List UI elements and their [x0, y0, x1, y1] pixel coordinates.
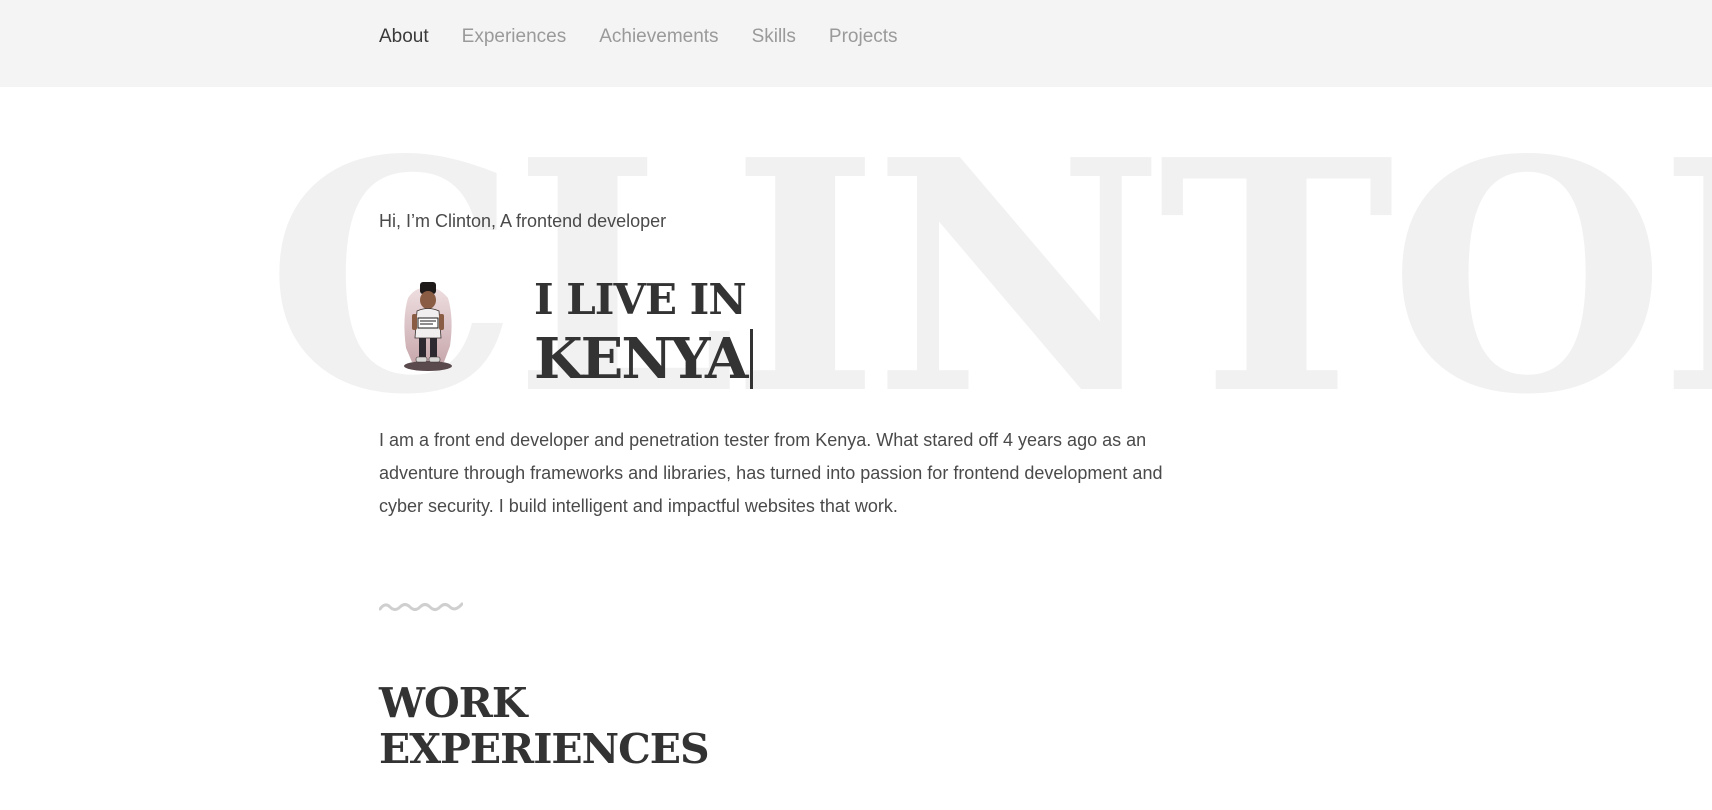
heading-line-1: WORK	[379, 679, 527, 727]
nav-link-skills[interactable]: Skills	[752, 22, 796, 52]
nav-link-projects[interactable]: Projects	[829, 22, 898, 52]
nav-link-about[interactable]: About	[379, 22, 429, 52]
main-nav: About Experiences Achievements Skills Pr…	[379, 22, 898, 52]
bio-paragraph: I am a front end developer and penetrati…	[379, 430, 1163, 516]
nav-link-experiences[interactable]: Experiences	[462, 22, 567, 52]
heading-line-2: EXPERIENCES	[379, 725, 710, 773]
location-text: KENYA	[534, 326, 748, 392]
squiggle-divider-icon	[379, 602, 463, 611]
typing-caret-icon	[750, 329, 754, 389]
work-experiences-heading: WORK EXPERIENCES	[379, 679, 710, 773]
developer-avatar-illustration	[404, 282, 452, 371]
top-navigation-bar: About Experiences Achievements Skills Pr…	[0, 0, 1712, 87]
live-in-location: KENYA	[534, 326, 754, 392]
name-watermark: CLINTON	[266, 90, 1712, 464]
nav-link-achievements[interactable]: Achievements	[599, 22, 718, 52]
live-in-prefix: I LIVE IN	[534, 275, 747, 324]
page: About Experiences Achievements Skills Pr…	[0, 0, 1712, 810]
greeting-text: Hi, I’m Clinton, A frontend developer	[379, 211, 667, 231]
